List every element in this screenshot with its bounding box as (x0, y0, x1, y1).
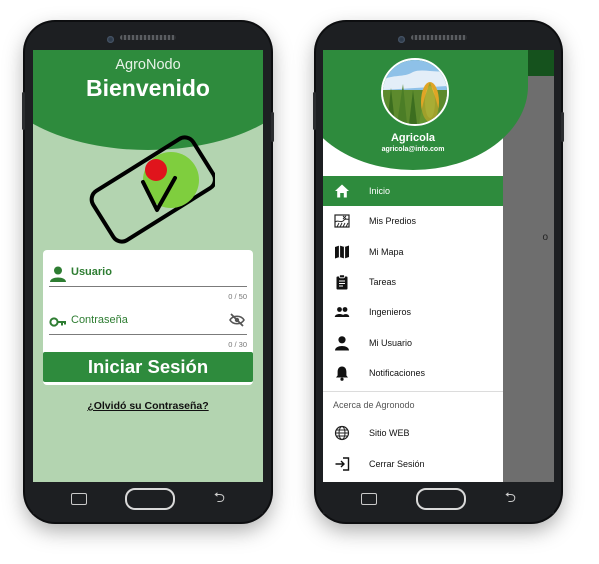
username-label: Usuario (71, 266, 112, 278)
user-email: agricola@info.com (381, 146, 445, 153)
back-icon[interactable]: ⮌ (505, 487, 516, 511)
key-icon (49, 317, 66, 327)
person-icon (50, 266, 66, 282)
menu-item-mi-mapa[interactable]: Mi Mapa (323, 237, 503, 267)
menu-label: Mi Mapa (369, 246, 404, 257)
navigation-drawer: Agricola agricola@info.com Inicio Mis Pr… (323, 50, 528, 482)
app-name: AgroNodo (115, 57, 181, 73)
logout-icon (335, 456, 350, 471)
menu-item-tareas[interactable]: Tareas (323, 267, 503, 297)
menu-label: Cerrar Sesión (369, 458, 425, 469)
menu-label: Tareas (369, 277, 397, 288)
globe-icon (334, 426, 350, 441)
user-name: Agricola (390, 132, 435, 144)
username-underline (49, 286, 247, 287)
menu-item-inicio[interactable]: Inicio (323, 176, 503, 207)
password-label: Contraseña (71, 314, 128, 326)
home-button-icon[interactable] (415, 488, 466, 510)
volume-button (22, 92, 25, 130)
recent-apps-icon[interactable] (361, 493, 377, 505)
menu-label: Inicio (369, 186, 391, 197)
phone-left: AgroNodo Bienvenido Usuario 0 / 50 Contr… (22, 22, 274, 522)
welcome-title: Bienvenido (86, 75, 210, 101)
people-icon (334, 307, 350, 318)
farm-icon (334, 214, 350, 229)
profile-avatar (381, 58, 449, 126)
menu-label: Notificaciones (369, 367, 426, 378)
menu-label: Mis Predios (369, 216, 417, 227)
agronodo-logo (89, 135, 215, 244)
map-icon (335, 245, 349, 259)
password-underline (49, 334, 247, 335)
power-button (271, 112, 274, 142)
login-button[interactable]: Iniciar Sesión (43, 352, 253, 382)
clipboard-icon (336, 274, 348, 290)
menu-label: Mi Usuario (369, 337, 413, 348)
recent-apps-icon[interactable] (71, 493, 87, 505)
volume-button (313, 92, 316, 130)
android-navbar: ⮌ (33, 484, 263, 514)
menu-item-sitio-web[interactable]: Sitio WEB (323, 418, 503, 448)
android-navbar: ⮌ (323, 484, 554, 514)
phone-right: o Agricola agricola@info.com Inicio Mis … (313, 22, 564, 522)
home-icon (335, 184, 349, 198)
front-camera (107, 36, 114, 43)
menu-item-mis-predios[interactable]: Mis Predios (323, 206, 503, 236)
menu-label: Ingenieros (369, 307, 412, 318)
menu-item-mi-usuario[interactable]: Mi Usuario (323, 327, 503, 357)
speaker-grille (120, 35, 176, 40)
power-button (561, 112, 564, 142)
bell-icon (336, 366, 348, 381)
login-screen: AgroNodo Bienvenido Usuario 0 / 50 Contr… (33, 50, 263, 482)
person-icon (335, 335, 349, 351)
home-button-icon[interactable] (125, 488, 176, 510)
background-text: o (542, 232, 548, 243)
menu-item-ingenieros[interactable]: Ingenieros (323, 297, 503, 327)
section-title: Acerca de Agronodo (333, 400, 415, 411)
menu-item-notificaciones[interactable]: Notificaciones (323, 358, 503, 388)
drawer-screen: o Agricola agricola@info.com Inicio Mis … (323, 50, 554, 482)
visibility-off-icon[interactable] (229, 313, 245, 327)
front-camera (398, 36, 405, 43)
back-icon[interactable]: ⮌ (214, 487, 225, 511)
drawer-menu: Inicio Mis Predios Mi Mapa Tareas Ingeni… (323, 176, 503, 479)
menu-item-cerrar-sesion[interactable]: Cerrar Sesión (323, 448, 503, 478)
password-counter: 0 / 30 (228, 340, 247, 349)
username-counter: 0 / 50 (228, 292, 247, 301)
forgot-password-link[interactable]: ¿Olvidó su Contraseña? (33, 400, 263, 412)
speaker-grille (410, 35, 467, 40)
menu-label: Sitio WEB (369, 428, 410, 439)
